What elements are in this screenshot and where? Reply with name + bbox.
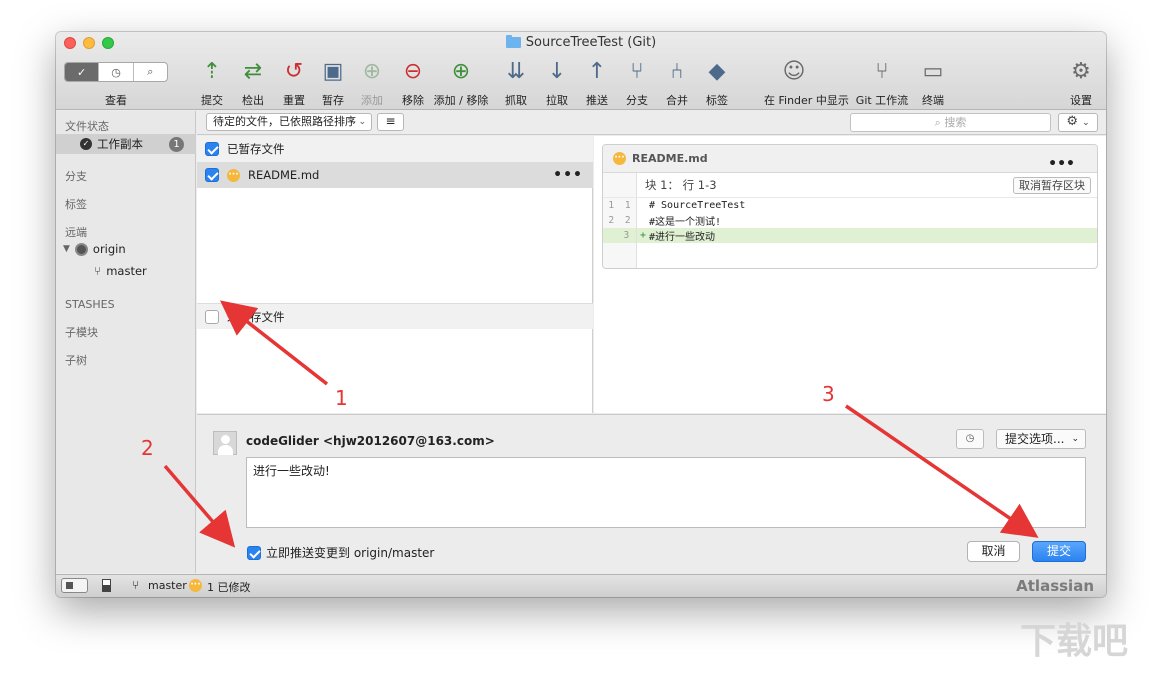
annotation-arrow-1 (219, 300, 329, 386)
annotation-number-2: 2 (141, 436, 154, 460)
annotation-arrow-2 (163, 464, 236, 548)
watermark-logo: 下载吧 (1020, 621, 1129, 662)
stage: SourceTreeTest (Git) ✓ ◷ ⌕ 查看 ⇡ 提交 ⇄ 检出 ↺ 重置 ▣… (0, 0, 1162, 677)
annotation-number-3: 3 (822, 382, 835, 406)
annotation-number-1: 1 (335, 386, 348, 410)
annotation-arrows (163, 300, 1039, 548)
annotation-arrow-3 (845, 404, 1039, 538)
